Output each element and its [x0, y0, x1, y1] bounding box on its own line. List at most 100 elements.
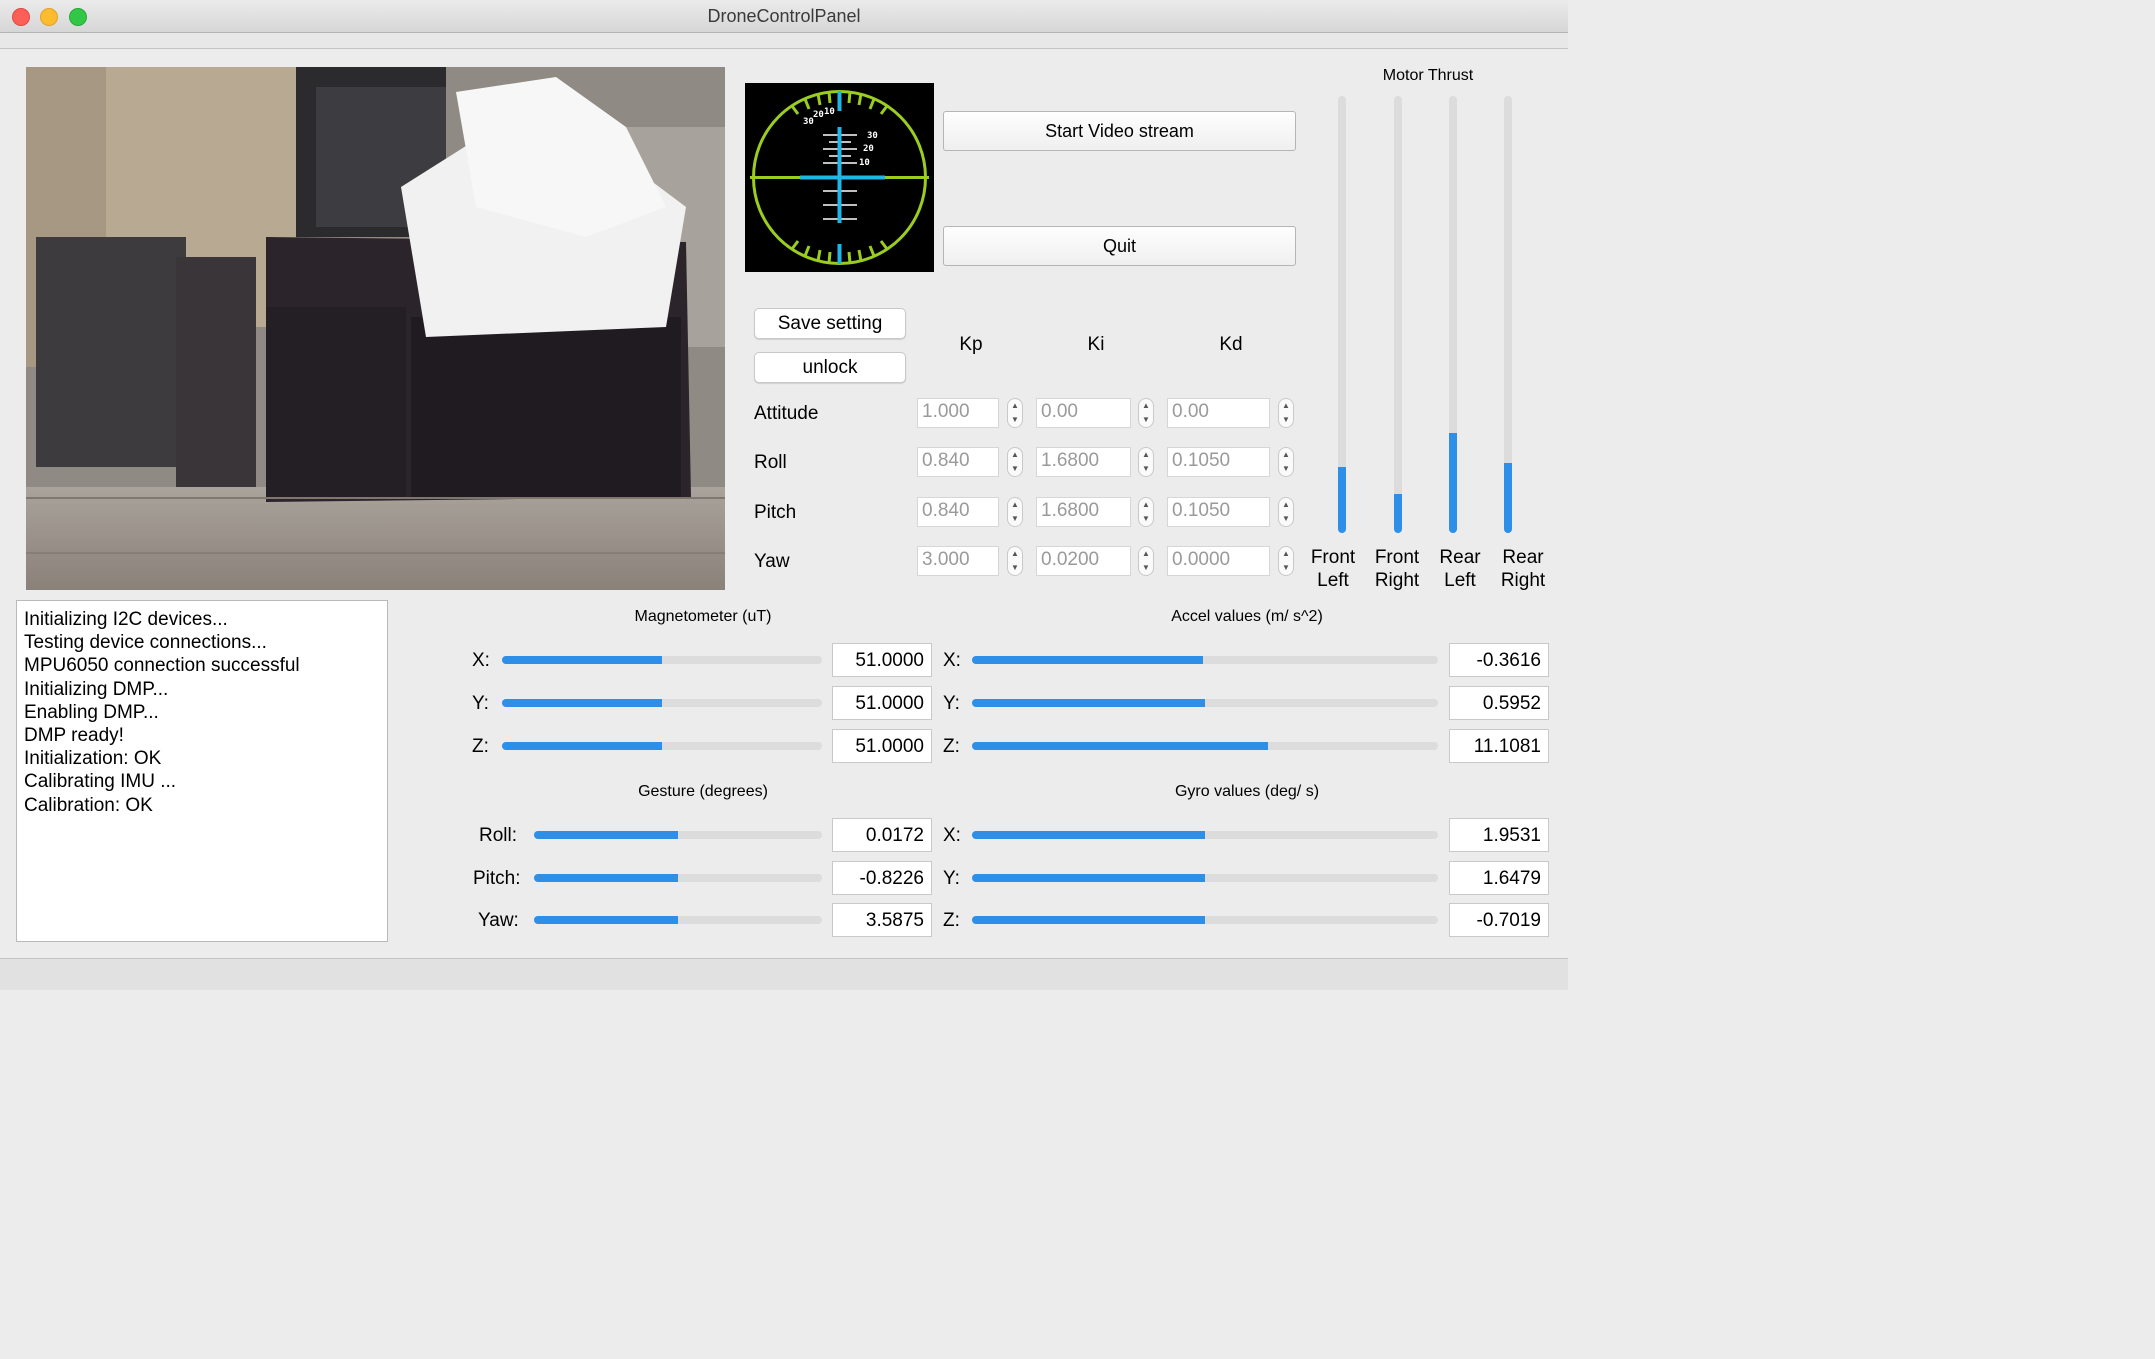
accel-y-bar — [972, 699, 1438, 707]
attitude-kp-stepper[interactable]: ▲ ▼ — [1007, 398, 1023, 428]
log-line: Calibrating IMU ... — [24, 771, 177, 793]
roll-kd-field[interactable]: 0.1050 — [1167, 447, 1270, 477]
pitch-ki-field[interactable]: 1.6800 — [1036, 497, 1131, 527]
unlock-button[interactable]: unlock — [754, 352, 906, 383]
pitch-kd-field[interactable]: 0.1050 — [1167, 497, 1270, 527]
stepper-up-icon[interactable]: ▲ — [1139, 399, 1153, 413]
front-left-thrust-bar — [1338, 96, 1346, 533]
stepper-up-icon[interactable]: ▲ — [1139, 498, 1153, 512]
pitch-ki-stepper[interactable]: ▲ ▼ — [1138, 497, 1154, 527]
pid-row-label: Roll — [754, 452, 787, 473]
gesture-yaw-bar — [534, 916, 822, 924]
rear-left-thrust-bar — [1449, 96, 1457, 533]
gyro-y-value: 1.6479 — [1449, 861, 1549, 895]
pitch-kp-field[interactable]: 0.840 — [917, 497, 999, 527]
yaw-ki-field[interactable]: 0.0200 — [1036, 546, 1131, 576]
stepper-down-icon[interactable]: ▼ — [1139, 413, 1153, 427]
log-line: Testing device connections... — [24, 632, 267, 654]
motor-label-line: Rear — [1439, 547, 1481, 568]
stepper-up-icon[interactable]: ▲ — [1008, 547, 1022, 561]
front-right-label: Front Right — [1362, 546, 1432, 592]
gesture-roll-bar — [534, 831, 822, 839]
stepper-down-icon[interactable]: ▼ — [1008, 462, 1022, 476]
horizon-gauge: 30 20 10 30 20 10 — [750, 90, 929, 265]
quit-button[interactable]: Quit — [943, 226, 1296, 266]
stepper-up-icon[interactable]: ▲ — [1279, 547, 1293, 561]
axis-label: X: — [472, 650, 490, 671]
pitch-kp-stepper[interactable]: ▲ ▼ — [1007, 497, 1023, 527]
yaw-kp-stepper[interactable]: ▲ ▼ — [1007, 546, 1023, 576]
pid-row-label: Attitude — [754, 403, 819, 424]
gesture-pitch-bar — [534, 874, 822, 882]
axis-label: Z: — [943, 736, 960, 757]
motor-label-line: Right — [1500, 570, 1546, 591]
stepper-down-icon[interactable]: ▼ — [1279, 413, 1293, 427]
axis-label: Pitch: — [473, 868, 521, 889]
bar-fill — [972, 699, 1205, 707]
stepper-up-icon[interactable]: ▲ — [1139, 448, 1153, 462]
attitude-ki-field[interactable]: 0.00 — [1036, 398, 1131, 428]
attitude-kd-stepper[interactable]: ▲ ▼ — [1278, 398, 1294, 428]
stepper-up-icon[interactable]: ▲ — [1139, 547, 1153, 561]
pitch-kd-stepper[interactable]: ▲ ▼ — [1278, 497, 1294, 527]
stepper-down-icon[interactable]: ▼ — [1139, 512, 1153, 526]
front-right-thrust-bar — [1394, 96, 1402, 533]
roll-scale-label: 20 — [813, 110, 824, 120]
window-title: DroneControlPanel — [707, 6, 861, 26]
stepper-down-icon[interactable]: ▼ — [1139, 561, 1153, 575]
axis-label: X: — [943, 825, 961, 846]
yaw-kp-field[interactable]: 3.000 — [917, 546, 999, 576]
motor-thrust-title: Motor Thrust — [1382, 67, 1474, 84]
pid-row-label: Yaw — [754, 551, 790, 572]
save-setting-button[interactable]: Save setting — [754, 308, 906, 339]
yaw-kd-field[interactable]: 0.0000 — [1167, 546, 1270, 576]
attitude-kp-field[interactable]: 1.000 — [917, 398, 999, 428]
rear-right-label: Rear Right — [1488, 546, 1558, 592]
stepper-up-icon[interactable]: ▲ — [1279, 399, 1293, 413]
accel-title: Accel values (m/ s^2) — [1171, 608, 1323, 625]
start-video-stream-button[interactable]: Start Video stream — [943, 111, 1296, 151]
bar-fill — [972, 656, 1203, 664]
stepper-down-icon[interactable]: ▼ — [1008, 561, 1022, 575]
pitch-scale-label: 30 — [867, 131, 878, 141]
video-feed — [26, 67, 725, 590]
stepper-down-icon[interactable]: ▼ — [1008, 413, 1022, 427]
thrust-fill — [1449, 432, 1457, 533]
roll-kd-stepper[interactable]: ▲ ▼ — [1278, 447, 1294, 477]
stepper-down-icon[interactable]: ▼ — [1279, 462, 1293, 476]
stepper-up-icon[interactable]: ▲ — [1008, 399, 1022, 413]
pid-row-label: Pitch — [754, 502, 797, 523]
rear-right-thrust-bar — [1504, 96, 1512, 533]
roll-kp-field[interactable]: 0.840 — [917, 447, 999, 477]
log-console[interactable]: Initializing I2C devices... Testing devi… — [16, 600, 388, 942]
attitude-kd-field[interactable]: 0.00 — [1167, 398, 1270, 428]
roll-kp-stepper[interactable]: ▲ ▼ — [1007, 447, 1023, 477]
artificial-horizon: 30 20 10 30 20 10 — [745, 83, 934, 272]
roll-ki-stepper[interactable]: ▲ ▼ — [1138, 447, 1154, 477]
stepper-up-icon[interactable]: ▲ — [1008, 448, 1022, 462]
log-line: Enabling DMP... — [24, 701, 159, 723]
stepper-up-icon[interactable]: ▲ — [1279, 498, 1293, 512]
stepper-down-icon[interactable]: ▼ — [1008, 512, 1022, 526]
attitude-ki-stepper[interactable]: ▲ ▼ — [1138, 398, 1154, 428]
roll-scale-label: 10 — [824, 107, 835, 117]
axis-label: Z: — [472, 736, 489, 757]
axis-label: X: — [943, 650, 961, 671]
axis-label: Y: — [472, 693, 489, 714]
yaw-ki-stepper[interactable]: ▲ ▼ — [1138, 546, 1154, 576]
toolbar-strip — [0, 33, 1568, 49]
stepper-up-icon[interactable]: ▲ — [1008, 498, 1022, 512]
bar-fill — [534, 831, 678, 839]
motor-label-line: Left — [1317, 570, 1349, 591]
stepper-down-icon[interactable]: ▼ — [1279, 512, 1293, 526]
motor-label-line: Front — [1374, 547, 1420, 568]
kd-header: Kd — [1219, 334, 1243, 355]
mag-z-bar — [502, 742, 822, 750]
pitch-scale-label: 10 — [859, 158, 870, 168]
stepper-down-icon[interactable]: ▼ — [1279, 561, 1293, 575]
stepper-down-icon[interactable]: ▼ — [1139, 462, 1153, 476]
yaw-kd-stepper[interactable]: ▲ ▼ — [1278, 546, 1294, 576]
roll-ki-field[interactable]: 1.6800 — [1036, 447, 1131, 477]
status-bar — [0, 958, 1568, 990]
stepper-up-icon[interactable]: ▲ — [1279, 448, 1293, 462]
